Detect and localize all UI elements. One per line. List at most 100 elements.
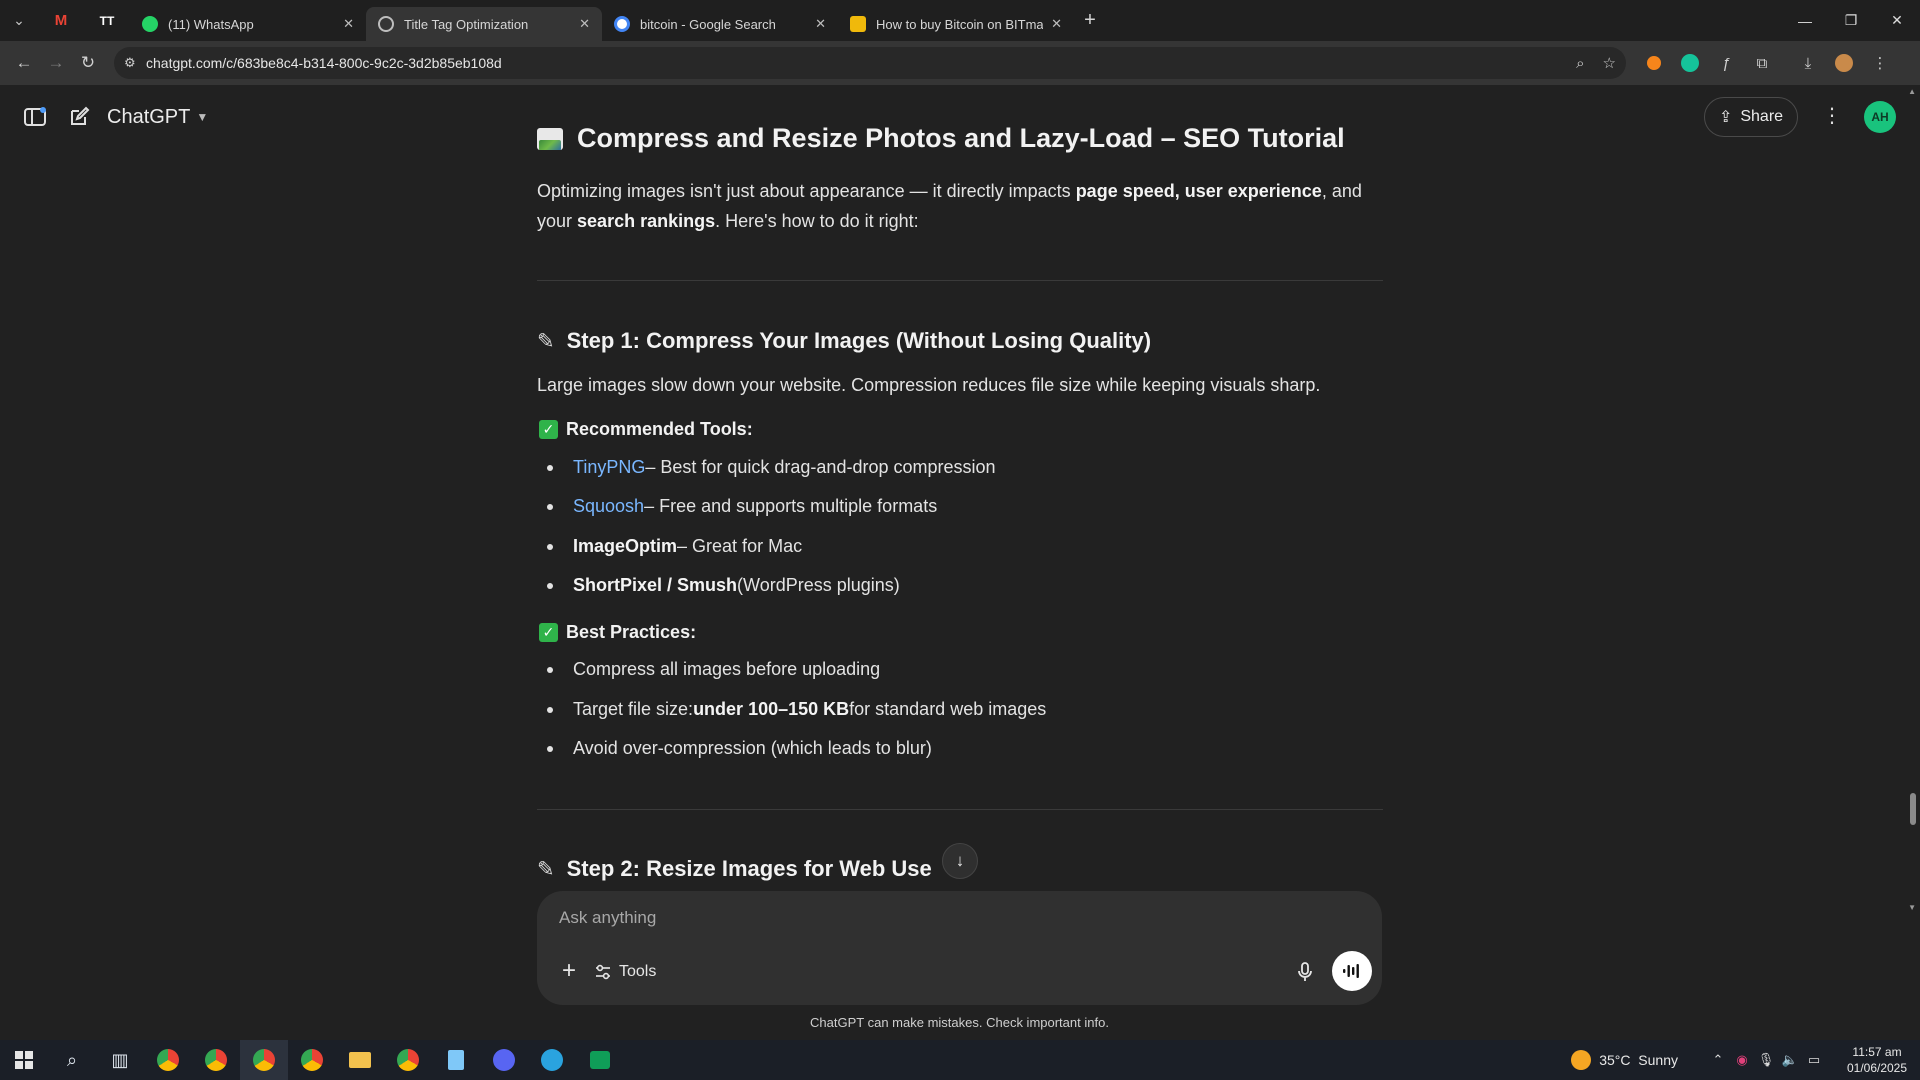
new-tab-plus-icon[interactable]: + — [1074, 9, 1106, 32]
pinned-tab-gmail[interactable]: M — [38, 0, 84, 41]
chrome-icon[interactable] — [192, 1040, 240, 1080]
sidebar-toggle-icon[interactable] — [13, 95, 57, 139]
extension-script-icon[interactable]: ƒ — [1708, 47, 1744, 79]
download-icon[interactable]: ⤓ — [1790, 47, 1826, 79]
terminal-icon[interactable] — [576, 1040, 624, 1080]
intro-bold-text: page speed, user experience — [1075, 181, 1322, 201]
model-name: ChatGPT — [107, 105, 191, 128]
chrome-logo-icon — [253, 1049, 275, 1071]
extension-metamask-icon[interactable] — [1636, 47, 1672, 79]
scrollbar-thumb[interactable] — [1910, 793, 1916, 825]
chevron-up-icon[interactable]: ⌃ — [1706, 1052, 1730, 1068]
practices-heading: ✓ Best Practices: — [539, 622, 696, 643]
back-arrow-icon[interactable]: ← — [8, 47, 40, 79]
chrome-icon[interactable] — [240, 1040, 288, 1080]
tiktok-icon: TT — [99, 13, 115, 28]
prompt-input[interactable] — [559, 903, 1349, 933]
list-item: ImageOptim – Great for Mac — [547, 536, 802, 557]
tab-bitmart[interactable]: How to buy Bitcoin on BITmark ✕ — [838, 7, 1074, 41]
file-explorer-icon[interactable] — [336, 1040, 384, 1080]
tools-label: Tools — [619, 963, 657, 980]
tab-label: bitcoin - Google Search — [640, 16, 776, 32]
chrome-icon[interactable] — [144, 1040, 192, 1080]
bullet — [547, 745, 553, 752]
forward-arrow-icon[interactable]: → — [40, 47, 72, 79]
attach-plus-button[interactable]: + — [551, 953, 587, 989]
restore-icon[interactable]: ❐ — [1828, 0, 1874, 41]
tinypng-link[interactable]: TinyPNG — [573, 457, 645, 478]
discord-icon[interactable] — [480, 1040, 528, 1080]
squoosh-link[interactable]: Squoosh — [573, 496, 644, 517]
zoom-icon[interactable]: ⌕ — [1576, 55, 1584, 72]
user-avatar[interactable]: AH — [1864, 101, 1896, 133]
minimize-icon[interactable]: — — [1782, 0, 1828, 41]
close-window-icon[interactable]: ✕ — [1874, 0, 1920, 41]
tab-title-tag-optimization[interactable]: Title Tag Optimization ✕ — [366, 7, 602, 41]
new-chat-icon[interactable] — [57, 95, 101, 139]
pinned-tab-tiktok[interactable]: TT — [84, 0, 130, 41]
notepad-icon[interactable] — [432, 1040, 480, 1080]
task-view-icon[interactable]: ▥ — [96, 1040, 144, 1080]
dictate-button[interactable] — [1290, 957, 1320, 987]
chrome-icon[interactable] — [288, 1040, 336, 1080]
close-tab-icon[interactable]: ✕ — [579, 16, 590, 32]
chatgpt-icon — [378, 16, 394, 32]
weather-widget[interactable]: 35°C Sunny — [1599, 1052, 1678, 1068]
microphone-icon — [1298, 962, 1312, 981]
more-options-icon[interactable]: ⋮ — [1822, 103, 1842, 128]
date: 01/06/2025 — [1846, 1061, 1908, 1075]
telegram-logo-icon — [541, 1049, 563, 1071]
telegram-icon[interactable] — [528, 1040, 576, 1080]
record-icon[interactable]: ◉ — [1730, 1052, 1754, 1068]
windows-logo-icon — [15, 1051, 33, 1069]
windows-start-icon[interactable] — [0, 1040, 48, 1080]
tools-button[interactable]: Tools — [595, 957, 656, 987]
tab-search-chevron-icon[interactable]: ⌄ — [0, 0, 38, 41]
grammarly-icon — [1681, 54, 1699, 72]
step1-heading: ✎ Step 1: Compress Your Images (Without … — [537, 328, 1151, 354]
chatgpt-app: ChatGPT ▼ ⇪ Share ⋮ AH Compress and Resi… — [0, 85, 1920, 1040]
scroll-to-bottom-button[interactable]: ↓ — [942, 843, 978, 879]
chrome-logo-icon — [205, 1049, 227, 1071]
address-bar[interactable]: ⚙ chatgpt.com/c/683be8c4-b314-800c-9c2c-… — [114, 47, 1626, 79]
tab-label: How to buy Bitcoin on BITmark — [876, 16, 1044, 32]
extensions-puzzle-icon[interactable]: ⧉ — [1744, 47, 1780, 79]
site-info-icon[interactable]: ⚙ — [124, 55, 146, 71]
intro-bold-text: search rankings — [577, 211, 716, 231]
extension-grammarly-icon[interactable] — [1672, 47, 1708, 79]
browser-menu-icon[interactable]: ⋮ — [1862, 47, 1898, 79]
taskbar: ⌕ ▥ 35°C Sunny ⌃ ◉ 🎙 🔈 ▭ 11:57 am 01/06/… — [0, 1040, 1920, 1080]
scroll-down-arrow-icon[interactable]: ▼ — [1908, 903, 1916, 912]
check-mark-icon: ✓ — [539, 623, 558, 642]
step2-heading: ✎ Step 2: Resize Images for Web Use — [537, 856, 932, 882]
close-tab-icon[interactable]: ✕ — [343, 16, 354, 32]
speaker-icon[interactable]: 🔈 — [1778, 1052, 1802, 1068]
model-selector[interactable]: ChatGPT ▼ — [107, 106, 208, 129]
scroll-up-arrow-icon[interactable]: ▲ — [1908, 87, 1916, 96]
tab-whatsapp[interactable]: (11) WhatsApp ✕ — [130, 7, 366, 41]
close-tab-icon[interactable]: ✕ — [815, 16, 826, 32]
profile-avatar-icon[interactable] — [1826, 47, 1862, 79]
practice-text: Avoid over-compression (which leads to b… — [573, 738, 932, 758]
reload-icon[interactable]: ↻ — [72, 47, 104, 79]
network-icon[interactable]: ▭ — [1802, 1052, 1826, 1068]
chrome-icon[interactable] — [384, 1040, 432, 1080]
voice-mode-button[interactable] — [1332, 951, 1372, 991]
sun-icon — [1571, 1050, 1592, 1070]
folder-icon — [349, 1052, 371, 1068]
tool-description: – Free and supports multiple formats — [644, 496, 938, 516]
article-title: Compress and Resize Photos and Lazy-Load… — [537, 123, 1345, 154]
url-text[interactable]: chatgpt.com/c/683be8c4-b314-800c-9c2c-3d… — [146, 55, 1558, 71]
step2-title-text: Step 2: Resize Images for Web Use — [566, 856, 932, 881]
intro-text: Optimizing images isn't just about appea… — [537, 181, 1076, 201]
bookmark-star-icon[interactable]: ☆ — [1603, 54, 1616, 72]
share-button[interactable]: ⇪ Share — [1704, 97, 1798, 137]
system-tray: 35°C Sunny ⌃ ◉ 🎙 🔈 ▭ 11:57 am 01/06/2025 — [1571, 1040, 1920, 1080]
search-icon[interactable]: ⌕ — [48, 1040, 96, 1080]
list-item: Compress all images before uploading — [547, 659, 880, 680]
tab-bitcoin-search[interactable]: bitcoin - Google Search ✕ — [602, 7, 838, 41]
clock[interactable]: 11:57 am 01/06/2025 — [1834, 1044, 1920, 1076]
mic-tray-icon[interactable]: 🎙 — [1754, 1052, 1778, 1068]
share-label: Share — [1740, 108, 1784, 125]
close-tab-icon[interactable]: ✕ — [1051, 16, 1062, 32]
